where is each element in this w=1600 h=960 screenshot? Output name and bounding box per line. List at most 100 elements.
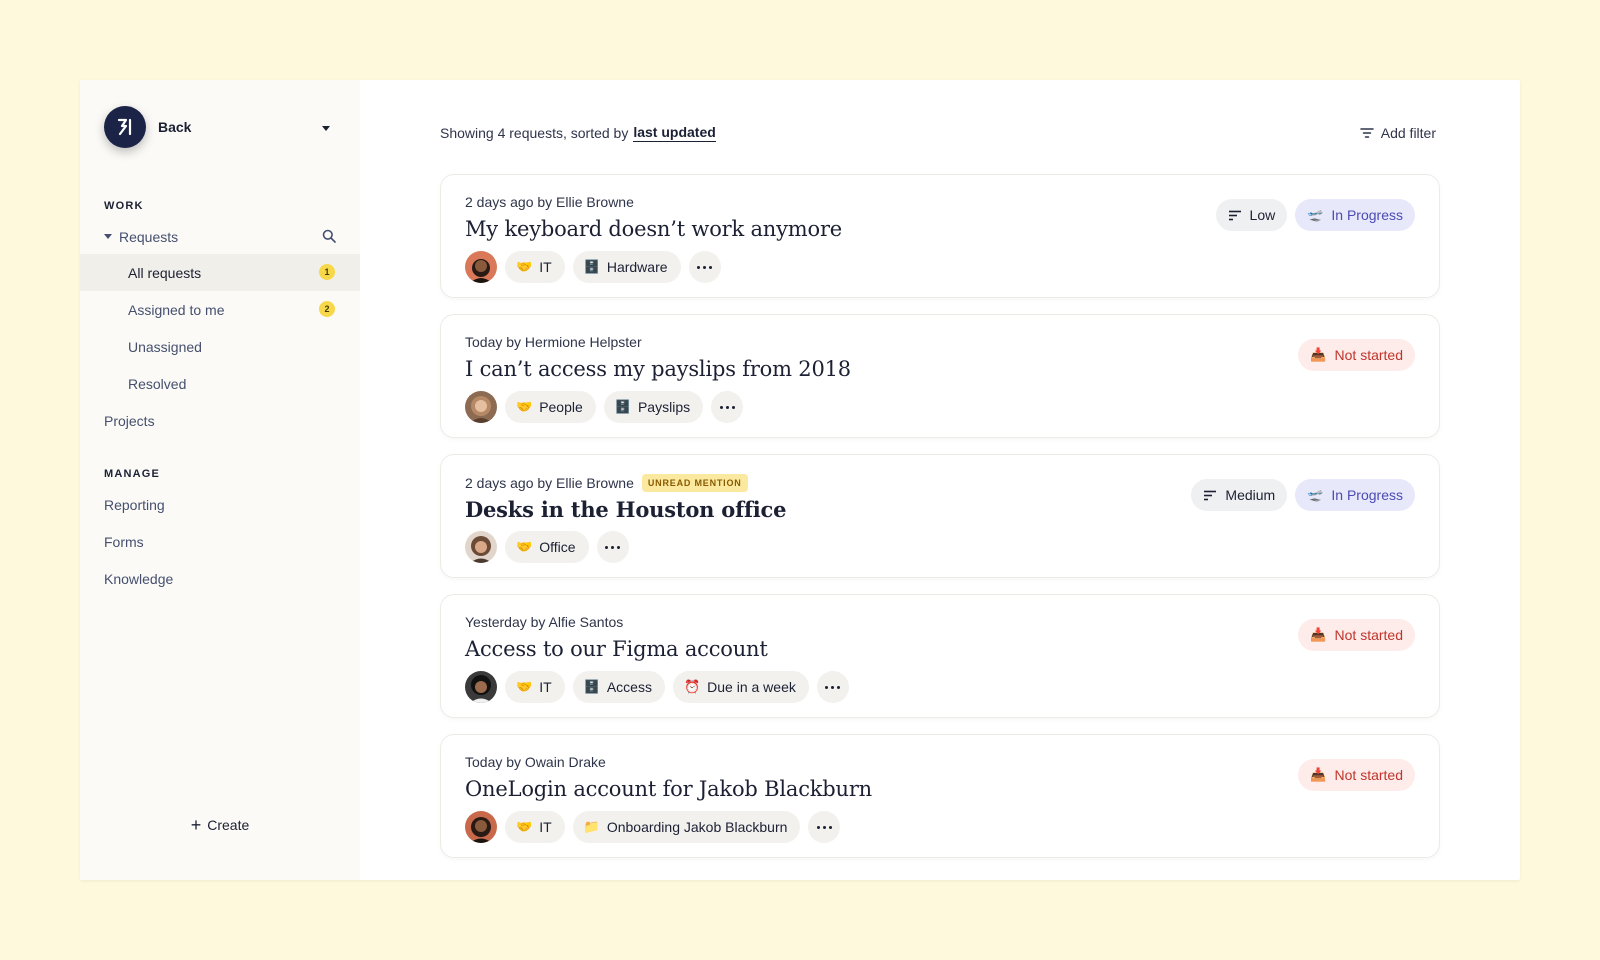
tag-chip[interactable]: 🤝 IT [505,671,565,703]
tag-label: Onboarding Jakob Blackburn [606,819,788,835]
sidebar-item-reporting[interactable]: Reporting [80,486,360,523]
request-card[interactable]: Yesterday by Alfie Santos Access to our … [440,594,1440,718]
request-title[interactable]: OneLogin account for Jakob Blackburn [465,777,872,801]
sidebar: Back WORK Requests All requests 1 Assign… [80,80,360,880]
more-options-button[interactable] [596,531,629,563]
tag-chip[interactable]: 🤝 People [505,391,596,423]
avatar [465,391,497,423]
tag-label: Hardware [606,259,668,275]
request-pills: 📥 Not started [1290,619,1415,651]
priority-pill[interactable]: Medium [1191,479,1288,511]
tag-chip[interactable]: 🗄️ Payslips [603,391,704,423]
inbox-tray-icon: 📥 [1310,627,1327,642]
priority-bars-icon [1228,210,1242,221]
request-meta: Today by Hermione Helpster [465,334,642,350]
section-label-manage: MANAGE [104,468,161,480]
tag-label: IT [539,819,552,835]
priority-bars-icon [1203,490,1217,501]
sidebar-item-assigned-to-me[interactable]: Assigned to me 2 [80,291,360,328]
request-tags: 🤝 IT 🗄️ Access ⏰ Due in a week [465,671,849,703]
request-card[interactable]: 2 days ago by Ellie Browne My keyboard d… [440,174,1440,298]
sidebar-item-label: Unassigned [128,338,202,355]
create-label: Create [207,817,250,833]
avatar [465,671,497,703]
status-pill[interactable]: 📥 Not started [1298,759,1415,791]
handshake-icon: 🤝 [516,819,533,834]
tag-chip[interactable]: 🗄️ Access [572,671,665,703]
status-pill[interactable]: 📥 Not started [1298,619,1415,651]
request-meta: 2 days ago by Ellie Browne UNREAD MENTIO… [465,474,748,492]
status-label: Not started [1334,347,1403,363]
handshake-icon: 🤝 [516,259,533,274]
request-title[interactable]: My keyboard doesn’t work anymore [465,217,842,241]
sidebar-item-forms[interactable]: Forms [80,523,360,560]
more-options-button[interactable] [808,811,841,843]
tag-chip[interactable]: 🤝 IT [505,251,565,283]
sort-field-link[interactable]: last updated [633,124,716,142]
tag-chip[interactable]: 📁 Onboarding Jakob Blackburn [572,811,801,843]
app-window: Back WORK Requests All requests 1 Assign… [80,80,1520,880]
request-meta: 2 days ago by Ellie Browne [465,194,634,210]
sidebar-item-requests[interactable]: Requests [80,218,360,255]
priority-label: Medium [1225,487,1276,503]
sidebar-item-label: Reporting [104,496,165,513]
request-card[interactable]: 2 days ago by Ellie Browne UNREAD MENTIO… [440,454,1440,578]
request-meta: Yesterday by Alfie Santos [465,614,623,630]
sidebar-item-unassigned[interactable]: Unassigned [80,328,360,365]
results-summary: Showing 4 requests, sorted by [440,125,629,141]
more-options-button[interactable] [816,671,849,703]
more-options-button[interactable] [711,391,744,423]
tag-label: Due in a week [707,679,796,695]
list-toolbar: Showing 4 requests, sorted by last updat… [440,124,1436,142]
sidebar-item-all-requests[interactable]: All requests 1 [80,254,360,291]
sidebar-item-label: Knowledge [104,570,174,587]
add-filter-button[interactable]: Add filter [1360,125,1436,141]
airplane-icon: 🛫 [1307,487,1324,502]
status-pill[interactable]: 🛫 In Progress [1295,479,1415,511]
main-content: Showing 4 requests, sorted by last updat… [360,80,1520,880]
priority-pill[interactable]: Low [1215,199,1288,231]
request-meta-text: Yesterday by Alfie Santos [465,614,624,630]
workspace-name: Back [158,119,192,135]
status-label: In Progress [1331,207,1403,223]
sidebar-item-resolved[interactable]: Resolved [80,365,360,402]
sidebar-item-label: Resolved [128,375,187,392]
tag-label: Access [606,679,652,695]
sidebar-item-label: Requests [119,228,179,245]
avatar [465,811,497,843]
request-card[interactable]: Today by Hermione Helpster I can’t acces… [440,314,1440,438]
more-options-button[interactable] [688,251,721,283]
status-pill[interactable]: 🛫 In Progress [1295,199,1415,231]
request-card[interactable]: Today by Owain Drake OneLogin account fo… [440,734,1440,858]
caret-down-icon [104,234,112,239]
tag-chip[interactable]: 🤝 Office [505,531,589,563]
request-title[interactable]: Desks in the Houston office [465,497,787,522]
filter-icon [1360,128,1374,138]
sidebar-item-label: Forms [104,533,144,550]
avatar [465,251,497,283]
tag-label: Office [539,539,576,555]
workspace-switcher[interactable]: Back [104,106,336,148]
sidebar-item-projects[interactable]: Projects [80,402,360,439]
brand-logo-icon [117,118,132,136]
alarm-clock-icon: ⏰ [683,679,701,694]
tag-chip[interactable]: ⏰ Due in a week [672,671,809,703]
handshake-icon: 🤝 [516,399,533,414]
sidebar-item-knowledge[interactable]: Knowledge [80,560,360,597]
request-pills: Medium 🛫 In Progress [1183,479,1415,511]
request-title[interactable]: I can’t access my payslips from 2018 [465,357,851,381]
tag-chip[interactable]: 🗄️ Hardware [572,251,681,283]
create-button[interactable]: + Create [80,816,360,834]
request-pills: 📥 Not started [1290,339,1415,371]
status-pill[interactable]: 📥 Not started [1298,339,1415,371]
request-title[interactable]: Access to our Figma account [465,637,768,661]
folder-icon: 📁 [583,819,600,834]
status-label: Not started [1334,627,1403,643]
tag-chip[interactable]: 🤝 IT [505,811,565,843]
request-tags: 🤝 People 🗄️ Payslips [465,391,744,423]
search-icon[interactable] [322,229,336,246]
status-label: In Progress [1331,487,1403,503]
unread-mention-badge: UNREAD MENTION [641,474,748,492]
count-badge: 2 [319,301,335,317]
chevron-down-icon [322,118,330,136]
